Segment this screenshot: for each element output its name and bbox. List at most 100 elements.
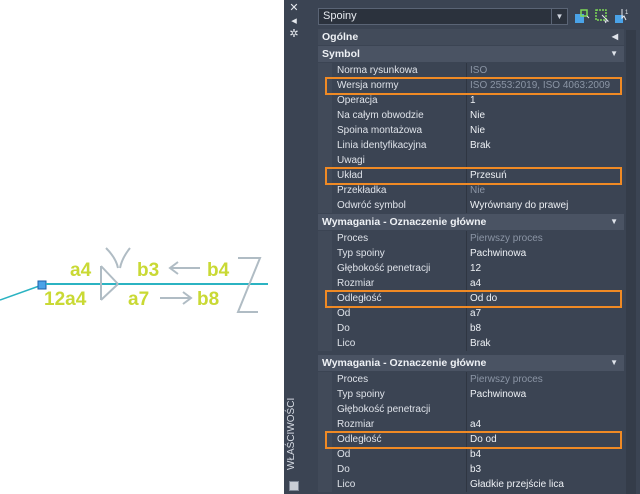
column-divider (466, 336, 467, 351)
property-value[interactable]: Wyrównany do prawej (470, 198, 620, 213)
property-value[interactable] (470, 402, 620, 417)
property-row[interactable]: Lico Brak (318, 336, 624, 351)
section-header[interactable]: Wymagania - Oznaczenie główne ▼ (318, 355, 624, 371)
dock-icon[interactable]: ◂ (288, 15, 300, 27)
collapse-icon[interactable]: ▼ (610, 355, 618, 371)
property-value[interactable]: Przesuń (470, 168, 620, 183)
property-label: Od (337, 308, 351, 319)
property-value[interactable]: Do od (470, 432, 620, 447)
property-row[interactable]: Do b3 (318, 462, 624, 477)
select-objects-icon[interactable] (594, 8, 610, 24)
column-divider (466, 231, 467, 246)
property-value[interactable]: ISO 2553:2019, ISO 4063:2009 (470, 78, 620, 93)
property-row[interactable]: Wersja normy ISO 2553:2019, ISO 4063:2009 (318, 78, 624, 93)
property-row[interactable]: Proces Pierwszy proces (318, 372, 624, 387)
property-value[interactable]: Nie (470, 108, 620, 123)
property-value[interactable]: Nie (470, 183, 620, 198)
property-label: Odległość (337, 293, 382, 304)
collapse-icon[interactable]: ▼ (610, 214, 618, 230)
collapse-icon[interactable]: ▼ (610, 46, 618, 62)
property-row[interactable]: Odwróć symbol Wyrównany do prawej (318, 198, 624, 213)
property-label: Od (337, 449, 351, 460)
property-label: Głębokość penetracji (337, 404, 431, 415)
property-row[interactable]: Proces Pierwszy proces (318, 231, 624, 246)
property-row[interactable]: Operacja 1 (318, 93, 624, 108)
property-row[interactable]: Uwagi (318, 153, 624, 168)
scrollbar[interactable] (626, 30, 636, 494)
object-type-value: Spoiny (323, 10, 357, 22)
section-header[interactable]: Wymagania - Oznaczenie główne ▼ (318, 214, 624, 230)
expand-icon[interactable]: ◀ (612, 29, 618, 45)
row-gutter (318, 417, 332, 432)
column-divider (466, 108, 467, 123)
property-row[interactable]: Głębokość penetracji 12 (318, 261, 624, 276)
column-divider (466, 153, 467, 168)
property-value[interactable]: Brak (470, 138, 620, 153)
property-value[interactable]: Gładkie przejście lica (470, 477, 620, 492)
property-value[interactable]: Pierwszy proces (470, 372, 620, 387)
property-value[interactable]: a4 (470, 417, 620, 432)
property-label: Spoina montażowa (337, 125, 423, 136)
property-row[interactable]: Od a7 (318, 306, 624, 321)
property-row[interactable]: Do b8 (318, 321, 624, 336)
object-type-select[interactable]: Spoiny ▼ (318, 8, 568, 25)
property-row[interactable]: Spoina montażowa Nie (318, 123, 624, 138)
property-value[interactable]: 1 (470, 93, 620, 108)
quick-select-icon[interactable] (574, 8, 590, 24)
property-value[interactable]: a7 (470, 306, 620, 321)
close-icon[interactable]: ✕ (288, 2, 300, 14)
section-general[interactable]: Ogólne ◀ (318, 29, 624, 45)
row-gutter (318, 108, 332, 123)
column-divider (466, 183, 467, 198)
property-row[interactable]: Od b4 (318, 447, 624, 462)
weld-label-b4: b4 (207, 260, 230, 281)
property-value[interactable]: ISO (470, 63, 620, 78)
property-value[interactable]: a4 (470, 276, 620, 291)
svg-text:1: 1 (625, 10, 629, 16)
row-gutter (318, 276, 332, 291)
column-divider (466, 138, 467, 153)
column-divider (466, 372, 467, 387)
column-divider (466, 462, 467, 477)
property-row[interactable]: Odległość Do od (318, 432, 624, 447)
row-gutter (318, 462, 332, 477)
property-value[interactable]: Pachwinowa (470, 246, 620, 261)
property-value[interactable]: 12 (470, 261, 620, 276)
property-value[interactable]: Od do (470, 291, 620, 306)
settings-icon[interactable]: ✲ (288, 28, 300, 40)
property-label: Układ (337, 170, 363, 181)
property-row[interactable]: Układ Przesuń (318, 168, 624, 183)
property-row[interactable]: Na całym obwodzie Nie (318, 108, 624, 123)
palette-menu-icon[interactable] (289, 481, 299, 491)
property-value[interactable]: Brak (470, 336, 620, 351)
section-header[interactable]: Symbol ▼ (318, 46, 624, 62)
property-value[interactable] (470, 153, 620, 168)
property-value[interactable]: b3 (470, 462, 620, 477)
row-gutter (318, 183, 332, 198)
property-row[interactable]: Rozmiar a4 (318, 417, 624, 432)
column-divider (466, 123, 467, 138)
property-label: Rozmiar (337, 419, 375, 430)
property-row[interactable]: Linia identyfikacyjna Brak (318, 138, 624, 153)
property-row[interactable]: Norma rysunkowa ISO (318, 63, 624, 78)
weld-label-a7: a7 (128, 289, 149, 310)
property-label: Proces (337, 233, 369, 244)
property-row[interactable]: Głębokość penetracji (318, 402, 624, 417)
property-row[interactable]: Typ spoiny Pachwinowa (318, 246, 624, 261)
property-row[interactable]: Rozmiar a4 (318, 276, 624, 291)
property-row[interactable]: Typ spoiny Pachwinowa (318, 387, 624, 402)
property-value[interactable]: Nie (470, 123, 620, 138)
property-row[interactable]: Lico Gładkie przejście lica (318, 477, 624, 492)
property-row[interactable]: Przekładka Nie (318, 183, 624, 198)
drawing-canvas[interactable]: a4 b3 b4 12a4 a7 b8 (0, 0, 284, 494)
palette-title-bar: ✕ ◂ ✲ WŁAŚCIWOŚCI (284, 0, 305, 494)
property-value[interactable]: Pierwszy proces (470, 231, 620, 246)
column-divider (466, 63, 467, 78)
property-row[interactable]: Odległość Od do (318, 291, 624, 306)
column-divider (466, 417, 467, 432)
property-value[interactable]: b8 (470, 321, 620, 336)
property-value[interactable]: Pachwinowa (470, 387, 620, 402)
chevron-down-icon[interactable]: ▼ (551, 9, 567, 24)
property-value[interactable]: b4 (470, 447, 620, 462)
toggle-pickadd-icon[interactable]: 1 (614, 8, 630, 24)
